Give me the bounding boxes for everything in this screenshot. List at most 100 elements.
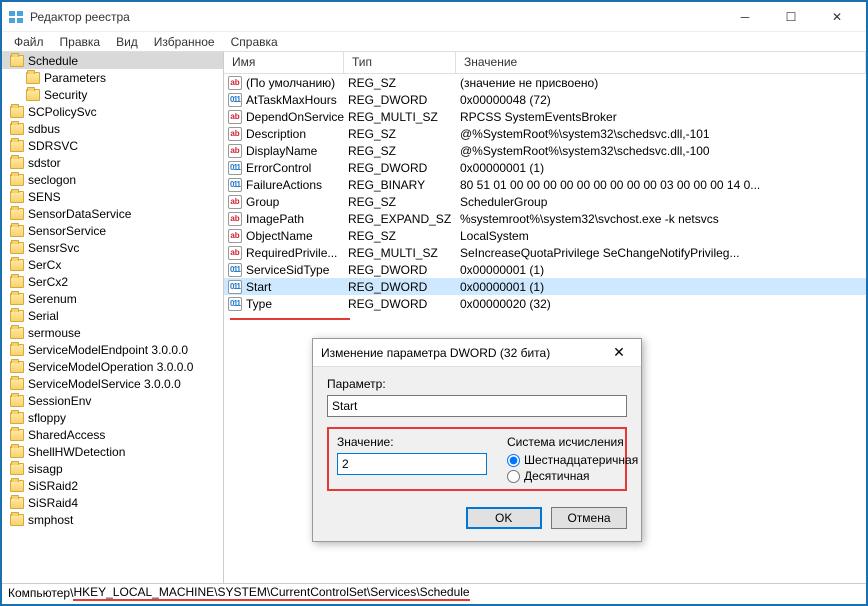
col-name[interactable]: Имя [224,52,344,73]
radio-dec[interactable]: Десятичная [507,469,638,483]
value-input[interactable] [337,453,487,475]
tree-item[interactable]: SensrSvc [2,239,223,256]
tree-item[interactable]: SENS [2,188,223,205]
string-icon [228,246,242,260]
table-row[interactable]: DependOnServiceREG_MULTI_SZRPCSS SystemE… [224,108,866,125]
cell-value: 80 51 01 00 00 00 00 00 00 00 00 00 03 0… [456,178,866,192]
tree-item-label: Serenum [28,292,77,306]
radio-hex[interactable]: Шестнадцатеричная [507,453,638,467]
maximize-button[interactable]: ☐ [768,2,814,32]
tree-item-label: SDRSVC [28,139,78,153]
value-label: Значение: [337,435,487,449]
menu-favorites[interactable]: Избранное [148,33,221,51]
tree-item[interactable]: sdstor [2,154,223,171]
tree-item-label: sermouse [28,326,81,340]
tree-item[interactable]: ServiceModelEndpoint 3.0.0.0 [2,341,223,358]
tree-item[interactable]: sermouse [2,324,223,341]
close-button[interactable]: ✕ [814,2,860,32]
cell-value: 0x00000048 (72) [456,93,866,107]
tree-item[interactable]: SessionEnv [2,392,223,409]
table-row[interactable]: DescriptionREG_SZ@%SystemRoot%\system32\… [224,125,866,142]
table-row[interactable]: AtTaskMaxHoursREG_DWORD0x00000048 (72) [224,91,866,108]
tree-item-label: SensrSvc [28,241,79,255]
cell-name: FailureActions [224,178,344,192]
menu-help[interactable]: Справка [225,33,284,51]
tree-item[interactable]: ServiceModelService 3.0.0.0 [2,375,223,392]
tree-item[interactable]: sisagp [2,460,223,477]
cell-type: REG_DWORD [344,161,456,175]
table-row[interactable]: StartREG_DWORD0x00000001 (1) [224,278,866,295]
tree-item[interactable]: Parameters [2,69,223,86]
tree-item-label: ServiceModelEndpoint 3.0.0.0 [28,343,188,357]
tree-item[interactable]: SharedAccess [2,426,223,443]
dialog-titlebar[interactable]: Изменение параметра DWORD (32 бита) ✕ [313,339,641,367]
tree-item[interactable]: SerCx [2,256,223,273]
string-icon [228,212,242,226]
cell-name: ServiceSidType [224,263,344,277]
tree-item-label: SensorDataService [28,207,131,221]
table-row[interactable]: GroupREG_SZSchedulerGroup [224,193,866,210]
tree-item[interactable]: SensorDataService [2,205,223,222]
status-path: HKEY_LOCAL_MACHINE\SYSTEM\CurrentControl… [73,585,469,601]
tree-panel[interactable]: ScheduleParametersSecuritySCPolicySvcsdb… [2,52,224,583]
table-row[interactable]: (По умолчанию)REG_SZ(значение не присвое… [224,74,866,91]
table-row[interactable]: TypeREG_DWORD0x00000020 (32) [224,295,866,312]
tree-item[interactable]: SerCx2 [2,273,223,290]
cell-value: RPCSS SystemEventsBroker [456,110,866,124]
tree-item[interactable]: SensorService [2,222,223,239]
table-row[interactable]: ErrorControlREG_DWORD0x00000001 (1) [224,159,866,176]
tree-item[interactable]: smphost [2,511,223,528]
table-row[interactable]: FailureActionsREG_BINARY80 51 01 00 00 0… [224,176,866,193]
tree-item[interactable]: Schedule [2,52,223,69]
menu-edit[interactable]: Правка [54,33,107,51]
menu-view[interactable]: Вид [110,33,144,51]
folder-icon [10,446,24,458]
ok-button[interactable]: OK [466,507,542,529]
col-value[interactable]: Значение [456,52,866,73]
folder-icon [10,514,24,526]
radio-hex-input[interactable] [507,454,520,467]
param-field[interactable] [327,395,627,417]
folder-icon [10,378,24,390]
menu-file[interactable]: Файл [8,33,50,51]
radio-dec-input[interactable] [507,470,520,483]
tree-item-label: ServiceModelOperation 3.0.0.0 [28,360,193,374]
folder-icon [10,259,24,271]
col-type[interactable]: Тип [344,52,456,73]
table-row[interactable]: RequiredPrivile...REG_MULTI_SZSeIncrease… [224,244,866,261]
cell-name: (По умолчанию) [224,76,344,90]
folder-icon [10,395,24,407]
tree-item[interactable]: SCPolicySvc [2,103,223,120]
cell-type: REG_SZ [344,76,456,90]
tree-item[interactable]: Security [2,86,223,103]
tree-item[interactable]: SDRSVC [2,137,223,154]
tree-item[interactable]: ShellHWDetection [2,443,223,460]
tree-item[interactable]: sfloppy [2,409,223,426]
folder-icon [10,55,24,67]
tree-item[interactable]: seclogon [2,171,223,188]
tree-item-label: SessionEnv [28,394,91,408]
cell-type: REG_BINARY [344,178,456,192]
tree-item-label: SensorService [28,224,106,238]
radio-hex-label: Шестнадцатеричная [524,453,638,467]
tree-item[interactable]: Serenum [2,290,223,307]
table-row[interactable]: DisplayNameREG_SZ@%SystemRoot%\system32\… [224,142,866,159]
table-row[interactable]: ObjectNameREG_SZLocalSystem [224,227,866,244]
table-row[interactable]: ImagePathREG_EXPAND_SZ%systemroot%\syste… [224,210,866,227]
cancel-button[interactable]: Отмена [551,507,627,529]
minimize-button[interactable]: ─ [722,2,768,32]
cell-name: ImagePath [224,212,344,226]
tree-item[interactable]: ServiceModelOperation 3.0.0.0 [2,358,223,375]
cell-type: REG_DWORD [344,263,456,277]
tree-item[interactable]: Serial [2,307,223,324]
tree-item[interactable]: SiSRaid2 [2,477,223,494]
cell-name: RequiredPrivile... [224,246,344,260]
tree-item[interactable]: sdbus [2,120,223,137]
table-row[interactable]: ServiceSidTypeREG_DWORD0x00000001 (1) [224,261,866,278]
cell-type: REG_DWORD [344,297,456,311]
cell-name: ErrorControl [224,161,344,175]
tree-item[interactable]: SiSRaid4 [2,494,223,511]
dialog-close-button[interactable]: ✕ [605,339,633,367]
radio-dec-label: Десятичная [524,469,590,483]
tree-item-label: SharedAccess [28,428,105,442]
